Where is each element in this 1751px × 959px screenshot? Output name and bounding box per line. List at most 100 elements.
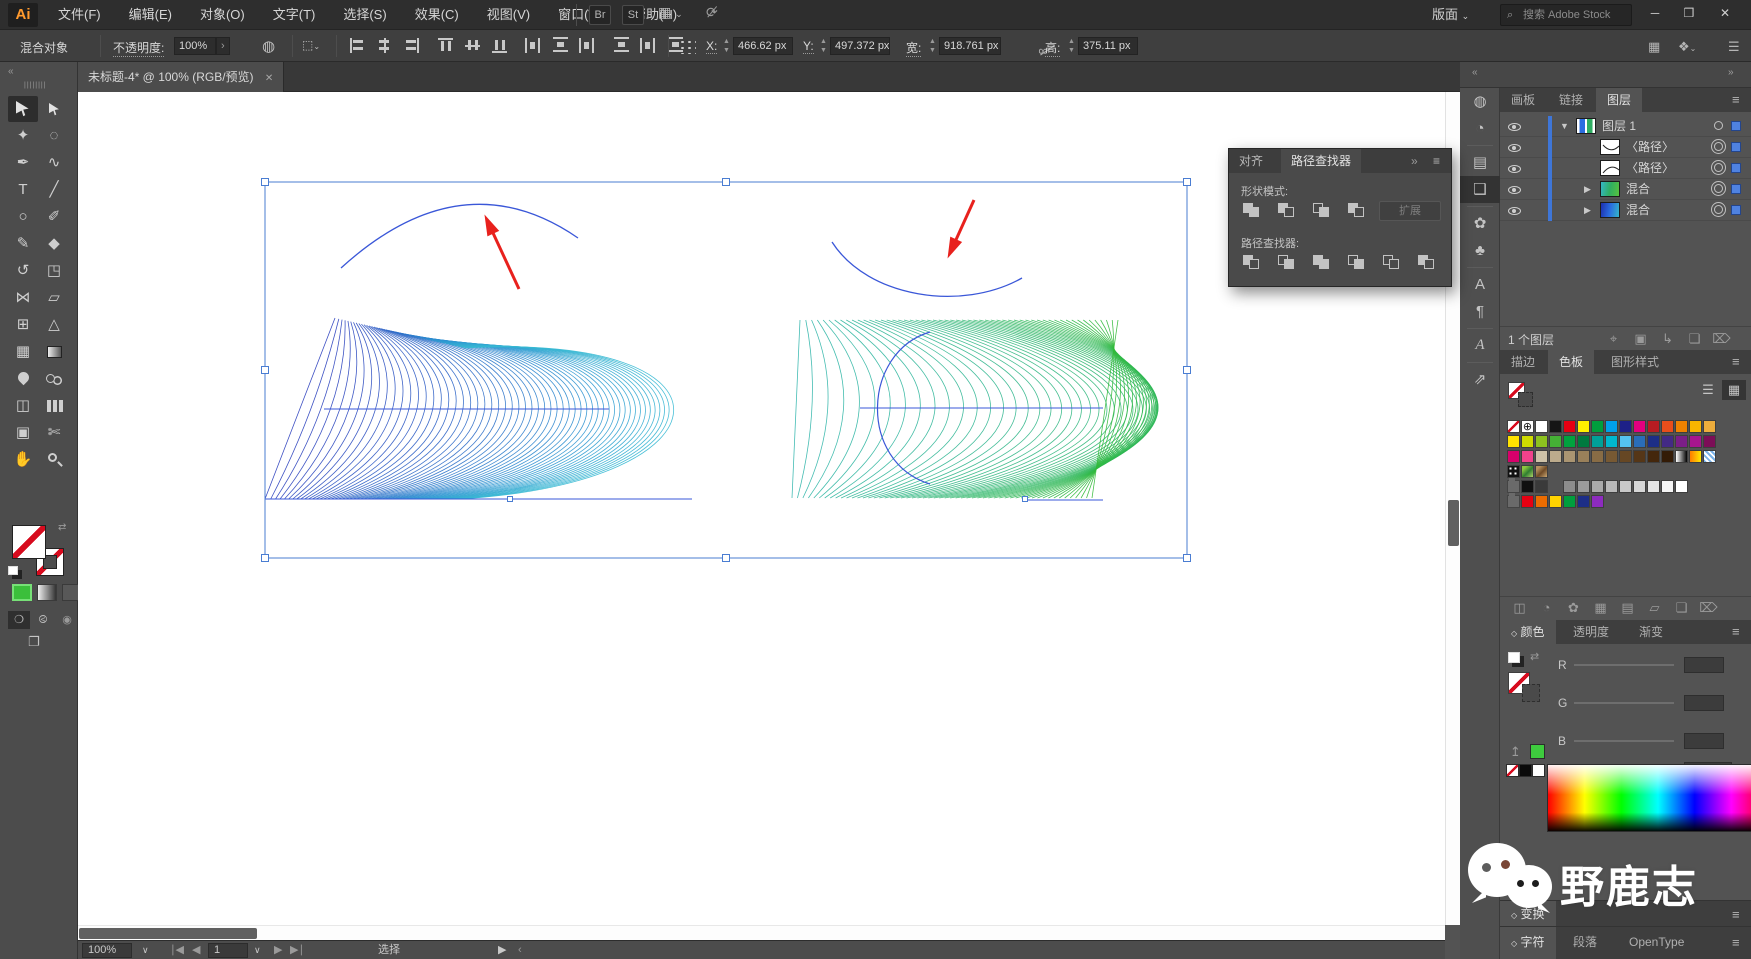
tool-free-transform[interactable]: ▱ xyxy=(39,285,69,311)
type-menu-icon[interactable]: ≡ xyxy=(1732,935,1740,950)
shape-modes-exclude[interactable] xyxy=(1348,203,1366,219)
swatch-#b9b9b9[interactable] xyxy=(1605,480,1618,493)
channel-g-field[interactable] xyxy=(1684,695,1724,711)
vdistribute-top-icon[interactable] xyxy=(614,37,629,54)
tab-transparency[interactable]: 透明度 xyxy=(1562,620,1620,644)
swatch-#d7d7d7[interactable] xyxy=(1633,480,1646,493)
tools-drag-handle[interactable]: |||||||| xyxy=(24,82,47,89)
dock-icon-brushes[interactable]: ✿ xyxy=(1460,210,1500,237)
swatch-#54c2f0[interactable] xyxy=(1619,435,1632,448)
swatch-#45b035[interactable] xyxy=(1549,435,1562,448)
mini-none-swatch[interactable] xyxy=(1506,764,1519,777)
next-artboard-icon[interactable]: ▶ xyxy=(274,941,282,959)
align-bottom-icon[interactable] xyxy=(492,37,507,54)
selection-handle[interactable] xyxy=(261,554,269,562)
docs-grid-icon[interactable]: ▦ xyxy=(1648,39,1660,55)
swatch-#edad3c[interactable] xyxy=(1703,420,1716,433)
tab-align[interactable]: 对齐 xyxy=(1229,149,1273,173)
swap-fill-stroke-icon[interactable]: ⇄ xyxy=(58,522,66,533)
dock-icon-export[interactable]: ⇗ xyxy=(1460,366,1500,393)
dock-icon-adobe-color-themes[interactable]: ◔ xyxy=(1460,115,1500,142)
target-circle-icon[interactable] xyxy=(1714,121,1723,130)
swatch-#2a6db8[interactable] xyxy=(1633,435,1646,448)
tool-scale[interactable]: ◳ xyxy=(39,258,69,284)
tool-mesh[interactable]: ▦ xyxy=(8,339,38,365)
channel-b-field[interactable] xyxy=(1684,733,1724,749)
tool-lasso[interactable]: ◌ xyxy=(39,123,69,149)
tab-pathfinder[interactable]: 路径查找器 xyxy=(1281,149,1362,173)
color-spectrum[interactable] xyxy=(1547,764,1751,832)
target-circle-icon[interactable] xyxy=(1714,184,1723,193)
swatch-#b81c22[interactable] xyxy=(1647,420,1660,433)
swatches-menu-icon[interactable]: ≡ xyxy=(1732,354,1740,369)
swatch-pat-green[interactable] xyxy=(1521,465,1534,478)
menu-item-对象[interactable]: 对象(O) xyxy=(186,0,259,30)
width-field[interactable]: 918.761 px xyxy=(939,37,1001,55)
selection-indicator[interactable] xyxy=(1731,121,1741,131)
artboard-dropdown-icon[interactable]: ∨ xyxy=(254,941,261,959)
tool-eyedropper[interactable] xyxy=(8,366,38,392)
selection-indicator[interactable] xyxy=(1731,184,1741,194)
target-circle-icon[interactable] xyxy=(1714,142,1723,151)
tab-links[interactable]: 链接 xyxy=(1548,88,1594,112)
swatch-#664724[interactable] xyxy=(1619,450,1632,463)
tool-paintbrush[interactable]: ✐ xyxy=(39,204,69,230)
swatch-#99805a[interactable] xyxy=(1577,450,1590,463)
selection-handle[interactable] xyxy=(1183,366,1191,374)
swatch-#00b7ce[interactable] xyxy=(1605,435,1618,448)
menu-item-文字[interactable]: 文字(T) xyxy=(259,0,330,30)
swatches-color-themes-icon[interactable]: ◔ xyxy=(1533,597,1560,619)
visibility-eye-icon[interactable] xyxy=(1508,207,1521,215)
swatch-#7b1e87[interactable] xyxy=(1675,435,1688,448)
arc-path-left[interactable] xyxy=(340,203,579,269)
swatch-#ffffff[interactable] xyxy=(1535,420,1548,433)
sync-settings-icon[interactable]: ⟳̸ xyxy=(706,4,718,21)
transform-preset-icon[interactable]: ⬚⌄ xyxy=(302,38,320,52)
distribute-vcenter-icon[interactable] xyxy=(553,37,568,54)
last-color-swatch[interactable] xyxy=(1530,744,1545,759)
align-top-icon[interactable] xyxy=(438,37,453,54)
expand-button[interactable]: 扩展 xyxy=(1379,201,1441,221)
shape-modes-intersect[interactable] xyxy=(1313,203,1331,219)
swatch-#432a85[interactable] xyxy=(1661,435,1674,448)
arrange-documents-icon[interactable]: ▦ ⌄ xyxy=(658,4,683,21)
swatch-#151515[interactable] xyxy=(1549,420,1562,433)
swatch-pat-blue[interactable] xyxy=(1703,450,1716,463)
menu-item-效果[interactable]: 效果(C) xyxy=(401,0,473,30)
swatch-#1d2e87[interactable] xyxy=(1647,435,1660,448)
fill-swatch[interactable] xyxy=(12,525,46,559)
menu-item-视图[interactable]: 视图(V) xyxy=(473,0,544,30)
tool-artboard[interactable]: ▣ xyxy=(8,420,38,446)
dock-icon-pathfinder[interactable]: ❑ xyxy=(1460,176,1500,203)
tool-pen[interactable]: ✒ xyxy=(8,150,38,176)
draw-behind-button[interactable]: ⧀ xyxy=(32,611,54,629)
last-artboard-icon[interactable]: ▶∣ xyxy=(290,941,304,959)
align-hcenter-icon[interactable] xyxy=(376,38,393,53)
horizontal-scrollbar[interactable] xyxy=(78,925,1445,940)
menu-item-选择[interactable]: 选择(S) xyxy=(329,0,400,30)
tab-close-icon[interactable]: ✕ xyxy=(265,73,273,84)
channel-g-slider[interactable] xyxy=(1574,702,1674,704)
dock-icon-character-styles[interactable]: A xyxy=(1460,271,1500,298)
swatch-#f1428c[interactable] xyxy=(1521,450,1534,463)
layer-row-〈路径〉[interactable]: 〈路径〉 xyxy=(1500,137,1751,158)
y-stepper[interactable]: ▲ ▼ xyxy=(819,37,828,55)
opacity-field[interactable]: 100% xyxy=(174,37,216,55)
first-artboard-icon[interactable]: ∣◀ xyxy=(170,941,184,959)
dock-icon-glyphs[interactable]: A xyxy=(1460,332,1500,359)
layers-clipping-mask-icon[interactable]: ▣ xyxy=(1627,328,1654,350)
swatch-#553617[interactable] xyxy=(1633,450,1646,463)
recolor-artwork-icon[interactable]: ◍ xyxy=(262,37,275,55)
swatch-grid-view-button[interactable]: ▦ xyxy=(1722,380,1746,400)
expand-chevron-icon[interactable]: ▶ xyxy=(1584,200,1591,221)
tool-line-segment[interactable]: ╱ xyxy=(39,177,69,203)
selection-handle[interactable] xyxy=(1183,178,1191,186)
visibility-eye-icon[interactable] xyxy=(1508,186,1521,194)
swatch-#ffe200[interactable] xyxy=(1507,435,1520,448)
layer-row-混合[interactable]: ▶ 混合 xyxy=(1500,200,1751,221)
screen-mode-button[interactable]: ❐ xyxy=(28,634,40,650)
tool-shaper[interactable]: ✎ xyxy=(8,231,38,257)
swatch-#bcab8c[interactable] xyxy=(1549,450,1562,463)
reference-point-icon[interactable] xyxy=(678,38,696,54)
stock-button[interactable]: St xyxy=(622,5,644,25)
